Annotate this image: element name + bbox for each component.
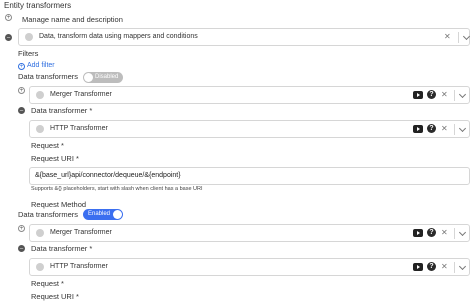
chevron-down-icon[interactable] — [458, 124, 467, 133]
manage-label: Manage name and description — [22, 15, 123, 24]
toggle-knob — [113, 210, 122, 219]
status-dot — [36, 125, 44, 133]
video-icon[interactable] — [413, 263, 423, 271]
toggle-knob — [84, 73, 93, 82]
help-icon[interactable]: ? — [427, 124, 436, 133]
group2-transformer-selector[interactable]: HTTP Transformer ? ✕ — [29, 258, 470, 276]
manage-selector[interactable]: Data, transform data using mappers and c… — [18, 28, 471, 46]
divider — [454, 262, 455, 273]
chevron-down-icon[interactable] — [458, 228, 467, 237]
video-icon[interactable] — [413, 125, 423, 133]
divider — [454, 228, 455, 239]
group1-request-label: Request * — [31, 141, 64, 150]
group1-transformer-label: Data transformer * — [31, 106, 93, 115]
section-title: Entity transformers — [4, 1, 72, 10]
request-uri-input[interactable]: &{base_url}api/connector/dequeue/&{endpo… — [29, 167, 470, 185]
clear-icon[interactable]: ✕ — [441, 124, 448, 134]
video-icon[interactable] — [413, 91, 423, 99]
group2-request-uri-label: Request URI * — [31, 292, 79, 301]
group2-selector-value: Merger Transformer — [50, 229, 112, 236]
expand-icon[interactable]: + — [18, 225, 25, 232]
remove-icon[interactable]: – — [18, 245, 25, 252]
clear-icon[interactable]: ✕ — [441, 90, 448, 100]
group1-selector-value: Merger Transformer — [50, 91, 112, 98]
request-uri-help: Supports &{} placeholders, start with sl… — [31, 186, 203, 192]
group2-transformer-label: Data transformer * — [31, 244, 93, 253]
add-filter-link[interactable]: Add filter — [27, 62, 55, 69]
divider — [454, 124, 455, 135]
add-circle-icon[interactable]: + — [18, 63, 25, 70]
group1-transformer-selector[interactable]: HTTP Transformer ? ✕ — [29, 120, 470, 138]
remove-icon[interactable]: – — [5, 34, 12, 41]
clear-icon[interactable]: ✕ — [441, 262, 448, 272]
group2-label: Data transformers — [18, 210, 79, 219]
group1-transformer-value: HTTP Transformer — [50, 125, 108, 132]
divider — [458, 32, 459, 43]
status-dot — [36, 263, 44, 271]
help-icon[interactable]: ? — [427, 262, 436, 271]
manage-selector-value: Data, transform data using mappers and c… — [39, 33, 198, 40]
status-dot — [25, 33, 33, 41]
video-icon[interactable] — [413, 229, 423, 237]
clear-icon[interactable]: ✕ — [441, 228, 448, 238]
chevron-down-icon[interactable] — [458, 90, 467, 99]
status-dot — [36, 229, 44, 237]
group1-toggle[interactable]: Disabled — [83, 72, 123, 83]
group1-request-uri-label: Request URI * — [31, 154, 79, 163]
group1-label: Data transformers — [18, 72, 79, 81]
divider — [454, 90, 455, 101]
expand-icon[interactable]: + — [5, 14, 12, 21]
chevron-down-icon[interactable] — [462, 32, 471, 41]
help-icon[interactable]: ? — [427, 90, 436, 99]
group1-selector[interactable]: Merger Transformer ? ✕ — [29, 86, 470, 104]
group2-toggle-label: Enabled — [88, 211, 111, 217]
group2-toggle[interactable]: Enabled — [83, 209, 123, 220]
group2-selector[interactable]: Merger Transformer ? ✕ — [29, 224, 470, 242]
group1-request-method-label: Request Method — [31, 200, 87, 209]
request-uri-value: &{base_url}api/connector/dequeue/&{endpo… — [35, 172, 181, 179]
remove-icon[interactable]: – — [18, 107, 25, 114]
expand-icon[interactable]: + — [18, 87, 25, 94]
group1-toggle-label: Disabled — [95, 74, 119, 80]
group2-request-label: Request * — [31, 279, 64, 288]
filters-label: Filters — [18, 49, 39, 58]
chevron-down-icon[interactable] — [458, 262, 467, 271]
group2-transformer-value: HTTP Transformer — [50, 263, 108, 270]
help-icon[interactable]: ? — [427, 228, 436, 237]
clear-icon[interactable]: ✕ — [444, 32, 451, 42]
status-dot — [36, 91, 44, 99]
